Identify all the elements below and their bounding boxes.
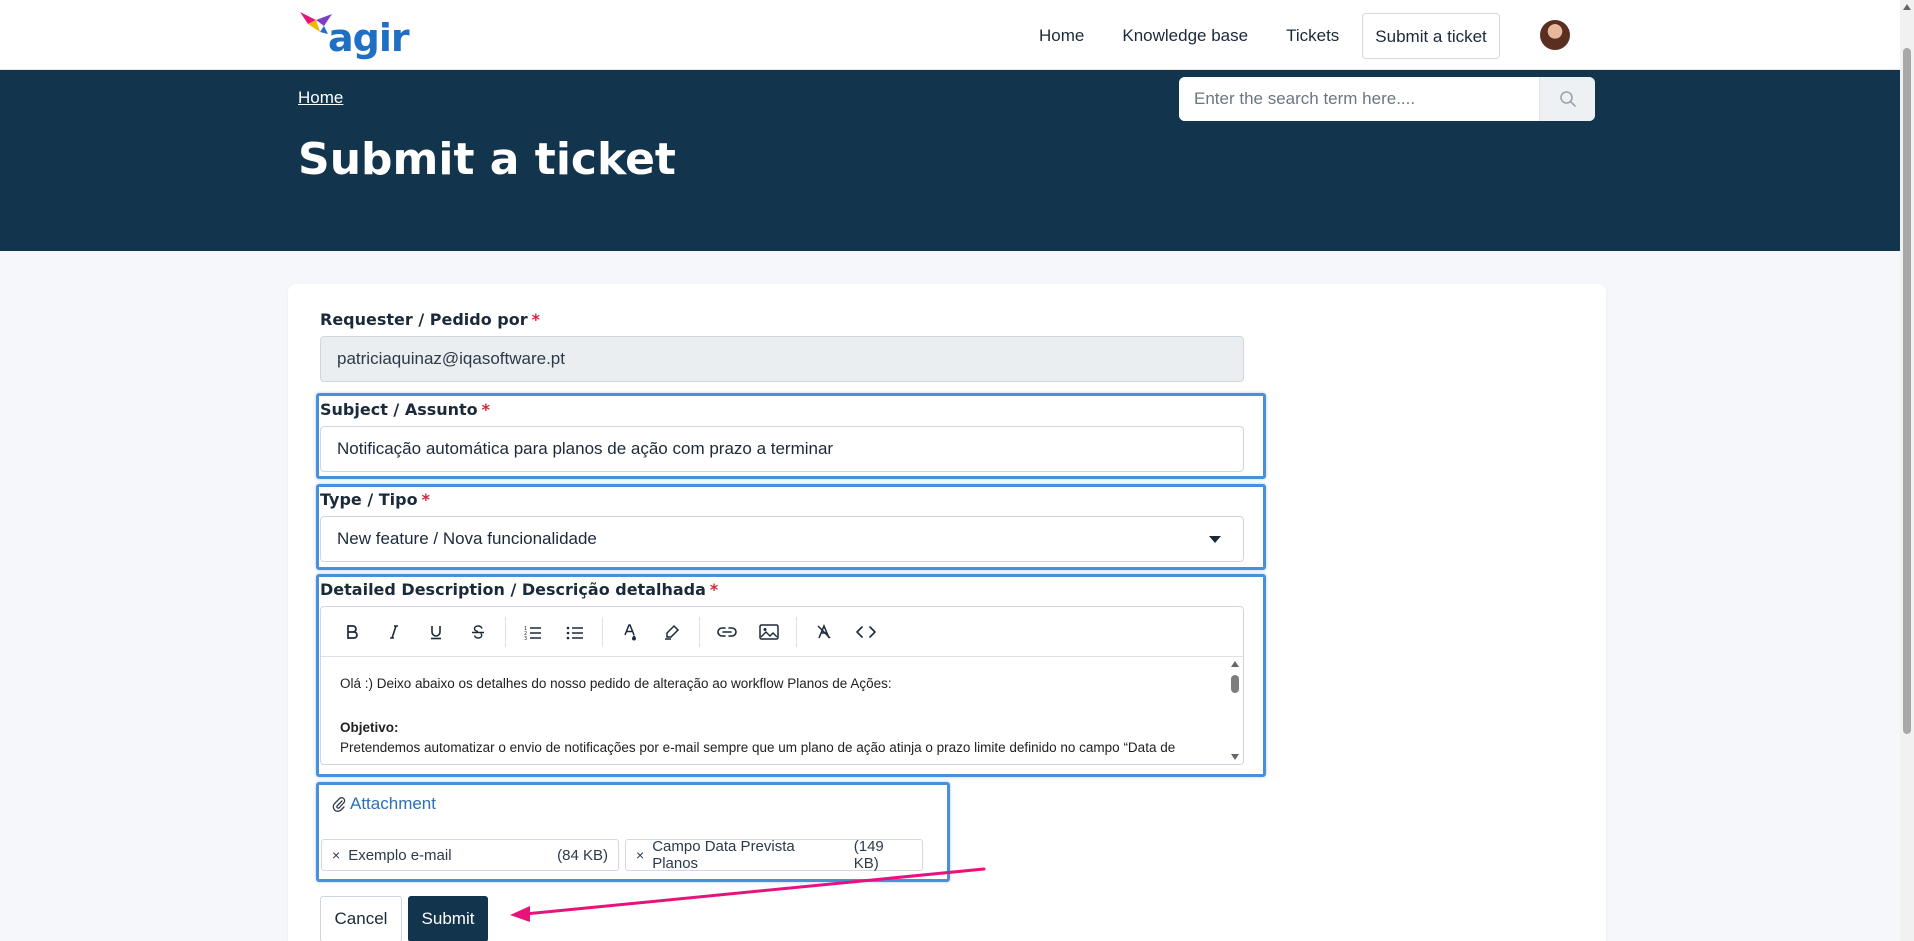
underline-icon (431, 625, 441, 639)
ticket-form: Requester / Pedido por * patriciaquinaz@i… (288, 284, 1606, 941)
toolbar-divider (796, 616, 797, 647)
page-scrollbar[interactable] (1900, 0, 1914, 941)
nav-knowledge-base[interactable]: Knowledge base (1103, 13, 1267, 59)
description-label-text: Detailed Description / Descrição detalha… (320, 580, 706, 599)
top-navigation-bar: agir Home Knowledge base Tickets Submit … (0, 0, 1900, 70)
search-icon (1559, 91, 1576, 107)
description-content[interactable]: Olá :) Deixo abaixo os detalhes do nosso… (321, 657, 1243, 764)
search-button[interactable] (1539, 77, 1595, 121)
font-color-icon (624, 623, 636, 640)
scroll-up-arrow-icon[interactable] (1231, 661, 1239, 667)
toolbar-divider (699, 616, 700, 647)
type-select[interactable]: New feature / Nova funcionalidade (320, 516, 1244, 562)
italic-button[interactable] (373, 614, 415, 650)
requester-label-text: Requester / Pedido por (320, 310, 528, 329)
underline-button[interactable] (415, 614, 457, 650)
bullet-list-button[interactable] (554, 614, 596, 650)
image-icon (759, 623, 779, 640)
italic-icon (390, 624, 398, 639)
breadcrumb-home[interactable]: Home (298, 88, 343, 108)
ordered-list-icon: 123 (524, 626, 541, 640)
strikethrough-icon (472, 624, 484, 639)
remove-attachment-icon[interactable]: × (332, 847, 340, 863)
search-input[interactable] (1179, 77, 1539, 121)
editor-scrollbar[interactable] (1229, 659, 1241, 762)
attachment-chip: × Campo Data Prevista Planos (149 KB) (625, 838, 923, 872)
description-heading: Objetivo: (340, 720, 399, 735)
page-title: Submit a ticket (298, 134, 676, 185)
subject-label-text: Subject / Assunto (320, 400, 478, 419)
nav-home[interactable]: Home (1020, 13, 1103, 59)
type-label-text: Type / Tipo (320, 490, 418, 509)
submit-button[interactable]: Submit (408, 896, 488, 941)
main-nav: Home Knowledge base Tickets Submit a tic… (1020, 13, 1500, 59)
bold-icon (347, 624, 358, 639)
requester-field: patriciaquinaz@iqasoftware.pt (320, 336, 1244, 382)
brand-name: agir (328, 16, 410, 60)
code-icon (856, 625, 876, 638)
user-avatar[interactable] (1540, 20, 1570, 50)
required-mark: * (481, 400, 491, 419)
toolbar-divider (602, 616, 603, 647)
required-mark: * (421, 490, 430, 509)
strikethrough-button[interactable] (457, 614, 499, 650)
highlighter-icon (665, 624, 680, 640)
insert-link-button[interactable] (706, 614, 748, 650)
subject-label: Subject / Assunto * (320, 400, 490, 419)
caret-down-icon (1209, 536, 1221, 543)
required-mark: * (709, 580, 719, 599)
brand-logo[interactable]: agir (298, 10, 410, 60)
paperclip-icon (332, 797, 346, 812)
scroll-thumb[interactable] (1231, 675, 1239, 693)
attachment-chip: × Exemplo e-mail (84 KB) (321, 839, 619, 871)
bold-button[interactable] (331, 614, 373, 650)
remove-attachment-icon[interactable]: × (636, 847, 644, 863)
requester-label: Requester / Pedido por * (320, 310, 540, 329)
required-mark: * (531, 310, 541, 329)
attachment-size: (149 KB) (853, 838, 884, 872)
description-intro: Olá :) Deixo abaixo os detalhes do nosso… (340, 676, 892, 691)
svg-text:3: 3 (524, 636, 527, 640)
attachment-name: Exemplo e-mail (348, 846, 452, 864)
attachment-name: Campo Data Prevista Planos (652, 838, 795, 872)
search-bar (1179, 77, 1595, 121)
attachment-size: (84 KB) (557, 846, 608, 864)
type-label: Type / Tipo * (320, 490, 430, 509)
insert-image-button[interactable] (748, 614, 790, 650)
page-header: Home Submit a ticket (0, 70, 1900, 251)
clear-format-icon (817, 623, 831, 639)
font-color-button[interactable] (609, 614, 651, 650)
description-editor: 123 Olá:) Deixo abaixo os detalhes do n… (320, 606, 1244, 765)
scroll-down-arrow-icon[interactable] (1231, 754, 1239, 760)
clear-format-button[interactable] (803, 614, 845, 650)
subject-input[interactable]: Notificação automática para planos de aç… (320, 426, 1244, 472)
ordered-list-button[interactable]: 123 (512, 614, 554, 650)
attachment-link[interactable]: Attachment (332, 794, 436, 814)
page-scroll-thumb[interactable] (1903, 48, 1911, 734)
scroll-up-arrow-icon[interactable] (1903, 4, 1911, 10)
description-label: Detailed Description / Descrição detalha… (320, 580, 718, 599)
nav-tickets[interactable]: Tickets (1267, 13, 1358, 59)
description-paragraph: Pretendemos automatizar o envio de notif… (340, 740, 1176, 755)
editor-toolbar: 123 (321, 607, 1243, 657)
link-icon (717, 626, 737, 637)
bullet-list-icon (566, 626, 583, 639)
nav-submit-ticket[interactable]: Submit a ticket (1362, 13, 1500, 59)
toolbar-divider (505, 616, 506, 647)
code-view-button[interactable] (845, 614, 887, 650)
type-select-value: New feature / Nova funcionalidade (337, 529, 597, 548)
highlight-button[interactable] (651, 614, 693, 650)
cancel-button[interactable]: Cancel (320, 896, 402, 941)
attachment-label: Attachment (350, 794, 436, 813)
